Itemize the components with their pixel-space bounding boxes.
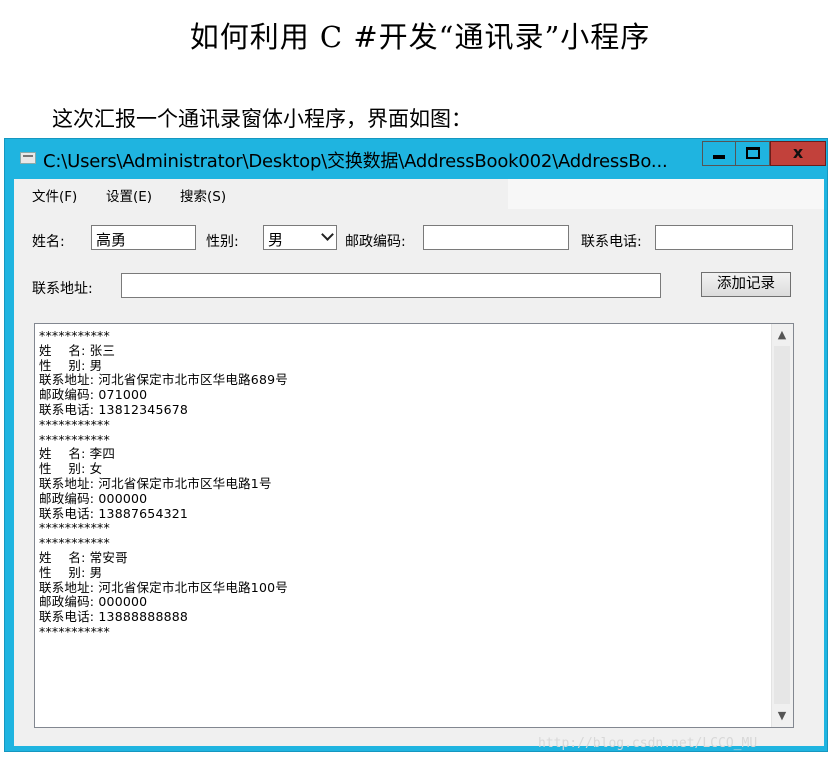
chevron-down-icon — [321, 228, 334, 241]
postcode-label: 邮政编码: — [345, 234, 406, 250]
close-icon: x — [792, 143, 804, 162]
phone-label: 联系电话: — [581, 234, 642, 250]
add-record-button[interactable]: 添加记录 — [701, 272, 791, 297]
address-label: 联系地址: — [32, 281, 93, 297]
watermark: http://blog.csdn.net/LCCO_MU — [538, 736, 758, 751]
name-input[interactable]: 高勇 — [91, 225, 196, 250]
address-input[interactable] — [121, 273, 661, 298]
close-button[interactable]: x — [770, 141, 826, 166]
name-label: 姓名: — [32, 234, 65, 250]
scroll-up-icon[interactable]: ▲ — [776, 327, 788, 343]
menu-bar-fill — [508, 179, 824, 209]
app-window: C:\Users\Administrator\Desktop\交换数据\Addr… — [4, 138, 828, 752]
document-paragraph: 这次汇报一个通讯录窗体小程序，界面如图： — [52, 107, 472, 131]
minimize-button[interactable] — [702, 141, 736, 166]
window-titlebar[interactable]: C:\Users\Administrator\Desktop\交换数据\Addr… — [5, 139, 827, 179]
maximize-button[interactable] — [736, 141, 770, 166]
records-text: *********** 姓 名: 张三 性 别: 男 联系地址: 河北省保定市北… — [39, 328, 288, 639]
minimize-icon — [713, 155, 725, 159]
gender-label: 性别: — [206, 234, 239, 250]
app-window-icon — [20, 152, 36, 164]
menu-bar: 文件(F) 设置(E) 搜索(S) — [14, 179, 824, 209]
gender-select[interactable]: 男 — [263, 225, 337, 250]
scroll-track[interactable] — [774, 346, 790, 704]
menu-file[interactable]: 文件(F) — [32, 185, 77, 205]
postcode-input[interactable] — [423, 225, 569, 250]
gender-select-value: 男 — [268, 231, 284, 249]
maximize-icon — [745, 147, 760, 159]
vertical-scrollbar[interactable]: ▲ ▼ — [771, 324, 793, 727]
menu-search[interactable]: 搜索(S) — [180, 185, 226, 205]
document-title: 如何利用 C #开发“通讯录”小程序 — [189, 20, 651, 54]
window-title: C:\Users\Administrator\Desktop\交换数据\Addr… — [43, 151, 668, 172]
phone-input[interactable] — [655, 225, 793, 250]
menu-settings[interactable]: 设置(E) — [106, 185, 152, 205]
records-textarea[interactable]: *********** 姓 名: 张三 性 别: 男 联系地址: 河北省保定市北… — [34, 323, 794, 728]
window-client-area: 文件(F) 设置(E) 搜索(S) 姓名: 高勇 性别: 男 邮政编码: 联系电… — [14, 179, 824, 746]
scroll-down-icon[interactable]: ▼ — [776, 708, 788, 724]
